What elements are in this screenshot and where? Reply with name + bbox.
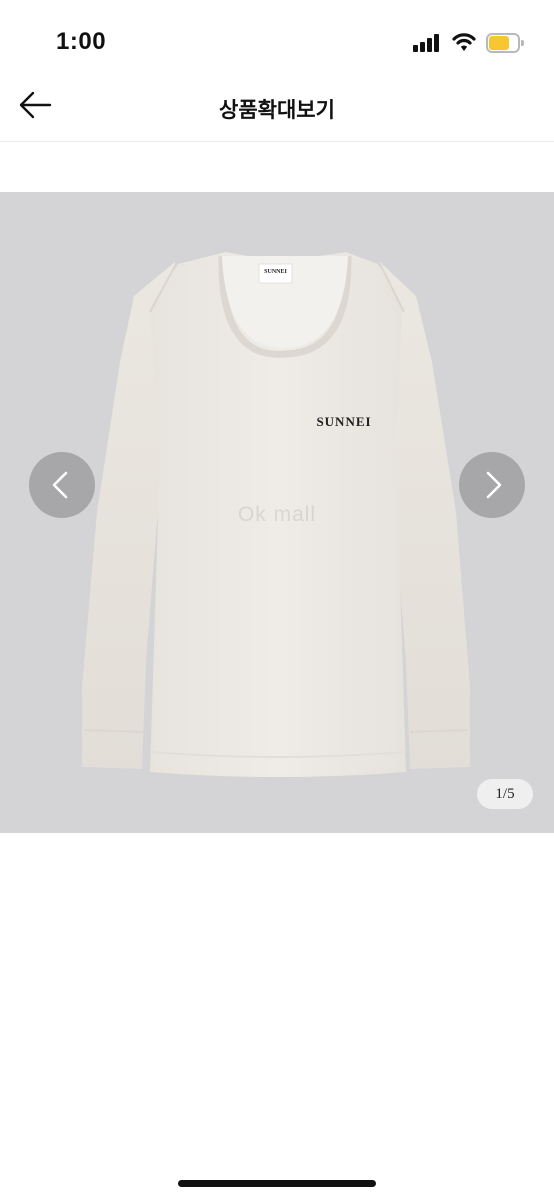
previous-image-button[interactable] xyxy=(29,452,95,518)
image-viewer[interactable]: SUNNEI SUNNEI Ok mall 1/5 xyxy=(0,192,554,833)
battery-icon xyxy=(486,33,524,53)
chest-print-text: SUNNEI xyxy=(316,414,371,429)
next-image-button[interactable] xyxy=(459,452,525,518)
home-indicator[interactable] xyxy=(178,1180,376,1187)
status-bar: 1:00 xyxy=(0,0,554,80)
cellular-signal-icon xyxy=(413,34,443,52)
page-counter: 1/5 xyxy=(477,779,533,809)
status-time: 1:00 xyxy=(56,28,107,55)
battery-level xyxy=(489,36,509,50)
nav-bar: 상품확대보기 xyxy=(0,80,554,142)
wifi-icon xyxy=(452,32,476,52)
page-title: 상품확대보기 xyxy=(219,98,335,122)
chevron-left-icon xyxy=(52,471,68,499)
chevron-right-icon xyxy=(486,471,502,499)
neck-label-text: SUNNEI xyxy=(264,269,287,275)
